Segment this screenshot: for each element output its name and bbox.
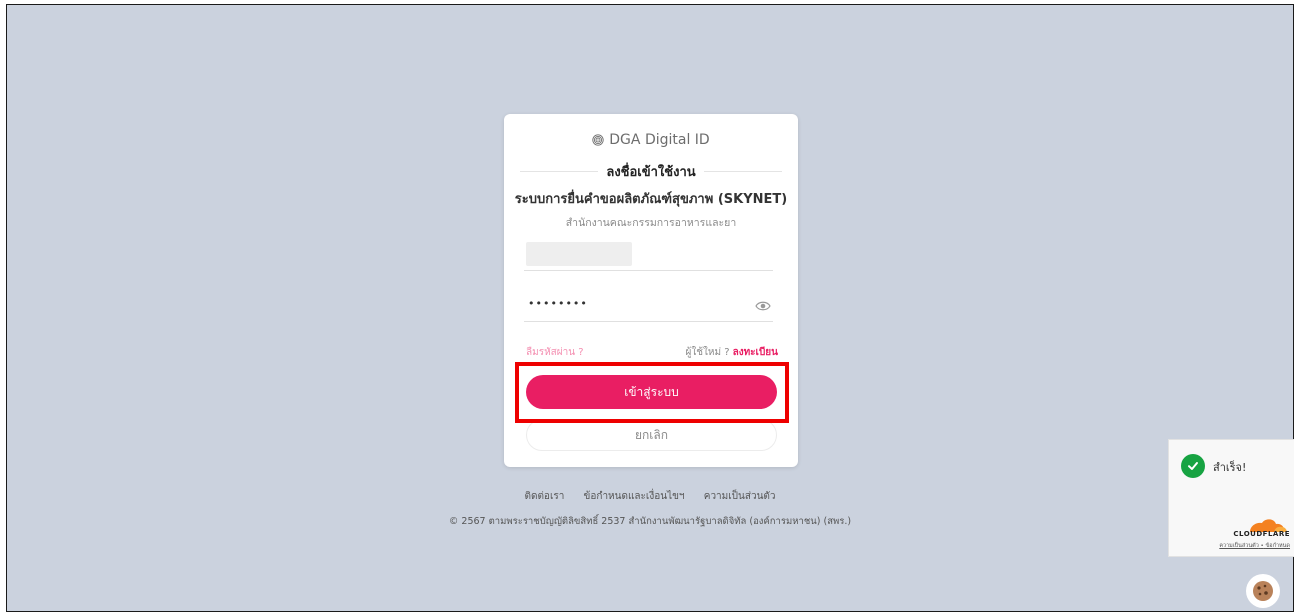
success-check-icon (1181, 454, 1205, 478)
auth-links: ลืมรหัสผ่าน ? ผู้ใช้ใหม่ ? ลงทะเบียน (526, 345, 778, 359)
password-field[interactable]: •••••••• (524, 286, 773, 322)
eye-icon[interactable] (755, 300, 771, 312)
forgot-password-link[interactable]: ลืมรหัสผ่าน ? (526, 345, 584, 360)
new-user-label: ผู้ใช้ใหม่ ? (685, 347, 730, 358)
copyright-text: © 2567 ตามพระราชบัญญัติลิขสิทธิ์ 2537 สำ… (448, 516, 852, 527)
footer-link-terms[interactable]: ข้อกำหนดและเงื่อนไขฯ (584, 491, 685, 502)
divider-left (520, 170, 599, 172)
footer-link-contact[interactable]: ติดต่อเรา (524, 491, 564, 502)
cookie-settings-button[interactable] (1246, 574, 1280, 608)
new-user-row: ผู้ใช้ใหม่ ? ลงทะเบียน (685, 345, 778, 360)
cloudflare-separator: • (1260, 543, 1264, 549)
cloudflare-terms-link[interactable]: ข้อกำหนด (1266, 543, 1290, 549)
username-field[interactable] (524, 238, 773, 271)
login-heading-row: ลงชื่อเข้าใช้งาน (520, 160, 782, 182)
divider-right (703, 170, 782, 172)
cloudflare-brand: CLOUDFLARE (1233, 530, 1290, 538)
password-value: •••••••• (528, 297, 588, 310)
brand-name: DGA Digital ID (609, 132, 710, 148)
cloudflare-status: สำเร็จ! (1213, 461, 1247, 474)
login-heading: ลงชื่อเข้าใช้งาน (606, 164, 696, 180)
fingerprint-icon (592, 134, 604, 146)
redacted-username (526, 242, 632, 266)
footer-links: ติดต่อเรา ข้อกำหนดและเงื่อนไขฯ ความเป็นส… (0, 489, 1300, 504)
cloudflare-privacy-link[interactable]: ความเป็นส่วนตัว (1219, 543, 1258, 549)
organization-name: สำนักงานคณะกรรมการอาหารและยา (565, 217, 737, 229)
brand-header: DGA Digital ID (504, 132, 798, 148)
cancel-button[interactable]: ยกเลิก (526, 419, 777, 451)
cookie-icon (1253, 581, 1273, 601)
login-button-highlight (515, 362, 789, 423)
cloudflare-widget: สำเร็จ! CLOUDFLARE ความเป็นส่วนตัว • ข้อ… (1168, 439, 1294, 557)
footer-link-privacy[interactable]: ความเป็นส่วนตัว (704, 491, 776, 502)
cloudflare-footer-links: ความเป็นส่วนตัว • ข้อกำหนด (1219, 542, 1290, 550)
register-link[interactable]: ลงทะเบียน (733, 347, 778, 358)
system-title: ระบบการยื่นคำขอผลิตภัณฑ์สุขภาพ (SKYNET) (514, 192, 788, 207)
